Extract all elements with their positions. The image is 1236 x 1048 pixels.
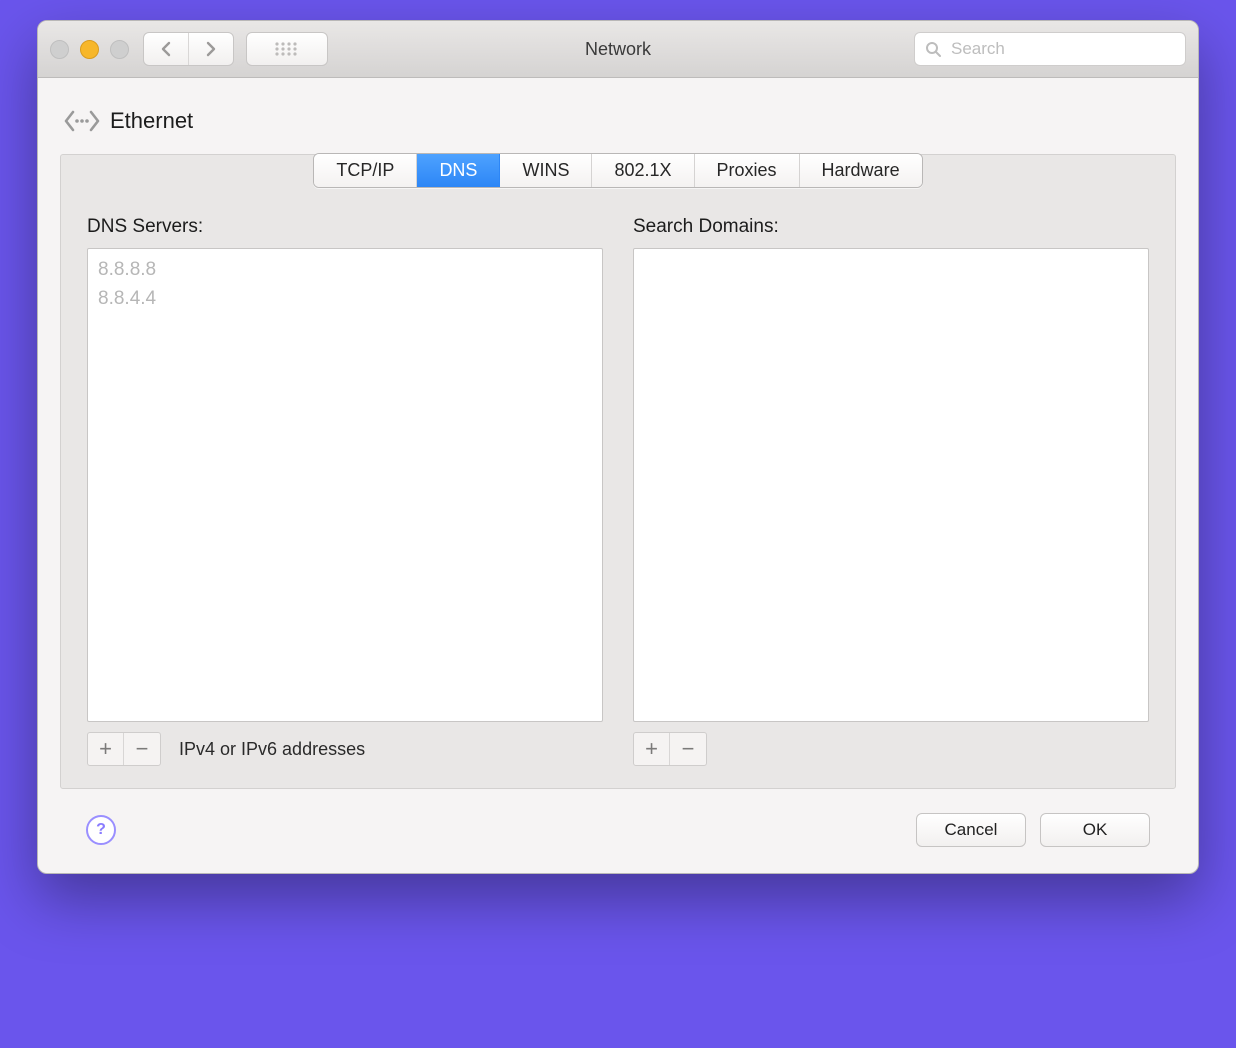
ok-button[interactable]: OK <box>1040 813 1150 847</box>
search-domains-list[interactable] <box>633 248 1149 722</box>
search-domains-column: Search Domains: + − <box>633 216 1149 766</box>
dns-servers-add-remove: + − <box>87 732 161 766</box>
show-all-button[interactable] <box>246 32 328 66</box>
add-search-domain-button[interactable]: + <box>634 733 670 765</box>
back-button[interactable] <box>144 33 189 65</box>
preferences-window: Network Ethernet TCP/IPDNSWINS802.1XProx <box>37 20 1199 874</box>
search-domains-add-remove: + − <box>633 732 707 766</box>
window-controls <box>50 40 129 59</box>
grid-icon <box>273 40 301 58</box>
search-domains-label: Search Domains: <box>633 216 1149 238</box>
ethernet-icon <box>64 108 100 134</box>
search-icon <box>925 41 941 57</box>
tab-bar: TCP/IPDNSWINS802.1XProxiesHardware <box>313 153 922 188</box>
add-dns-server-button[interactable]: + <box>88 733 124 765</box>
zoom-window-button[interactable] <box>110 40 129 59</box>
settings-panel: TCP/IPDNSWINS802.1XProxiesHardware DNS S… <box>60 154 1176 789</box>
tab-tcpip[interactable]: TCP/IP <box>314 154 417 187</box>
tab-proxies[interactable]: Proxies <box>695 154 800 187</box>
dns-hint: IPv4 or IPv6 addresses <box>179 739 365 760</box>
footer: ? Cancel OK <box>60 789 1176 859</box>
dns-servers-list[interactable]: 8.8.8.88.8.4.4 <box>87 248 603 722</box>
remove-dns-server-button[interactable]: − <box>124 733 160 765</box>
tab-8021x[interactable]: 802.1X <box>592 154 694 187</box>
dns-servers-column: DNS Servers: 8.8.8.88.8.4.4 + − IPv4 or … <box>87 216 603 766</box>
tab-wins[interactable]: WINS <box>500 154 592 187</box>
dns-server-entry[interactable]: 8.8.8.8 <box>98 255 592 284</box>
search-input[interactable] <box>949 38 1175 60</box>
nav-back-forward <box>143 32 234 66</box>
forward-button[interactable] <box>189 33 233 65</box>
page-heading: Ethernet <box>60 96 1176 154</box>
titlebar: Network <box>38 21 1198 78</box>
interface-name: Ethernet <box>110 108 193 134</box>
tab-dns[interactable]: DNS <box>417 154 500 187</box>
dns-server-entry[interactable]: 8.8.4.4 <box>98 284 592 313</box>
help-button[interactable]: ? <box>86 815 116 845</box>
close-window-button[interactable] <box>50 40 69 59</box>
dns-servers-label: DNS Servers: <box>87 216 603 238</box>
remove-search-domain-button[interactable]: − <box>670 733 706 765</box>
cancel-button[interactable]: Cancel <box>916 813 1026 847</box>
search-field[interactable] <box>914 32 1186 66</box>
tab-hardware[interactable]: Hardware <box>800 154 922 187</box>
minimize-window-button[interactable] <box>80 40 99 59</box>
